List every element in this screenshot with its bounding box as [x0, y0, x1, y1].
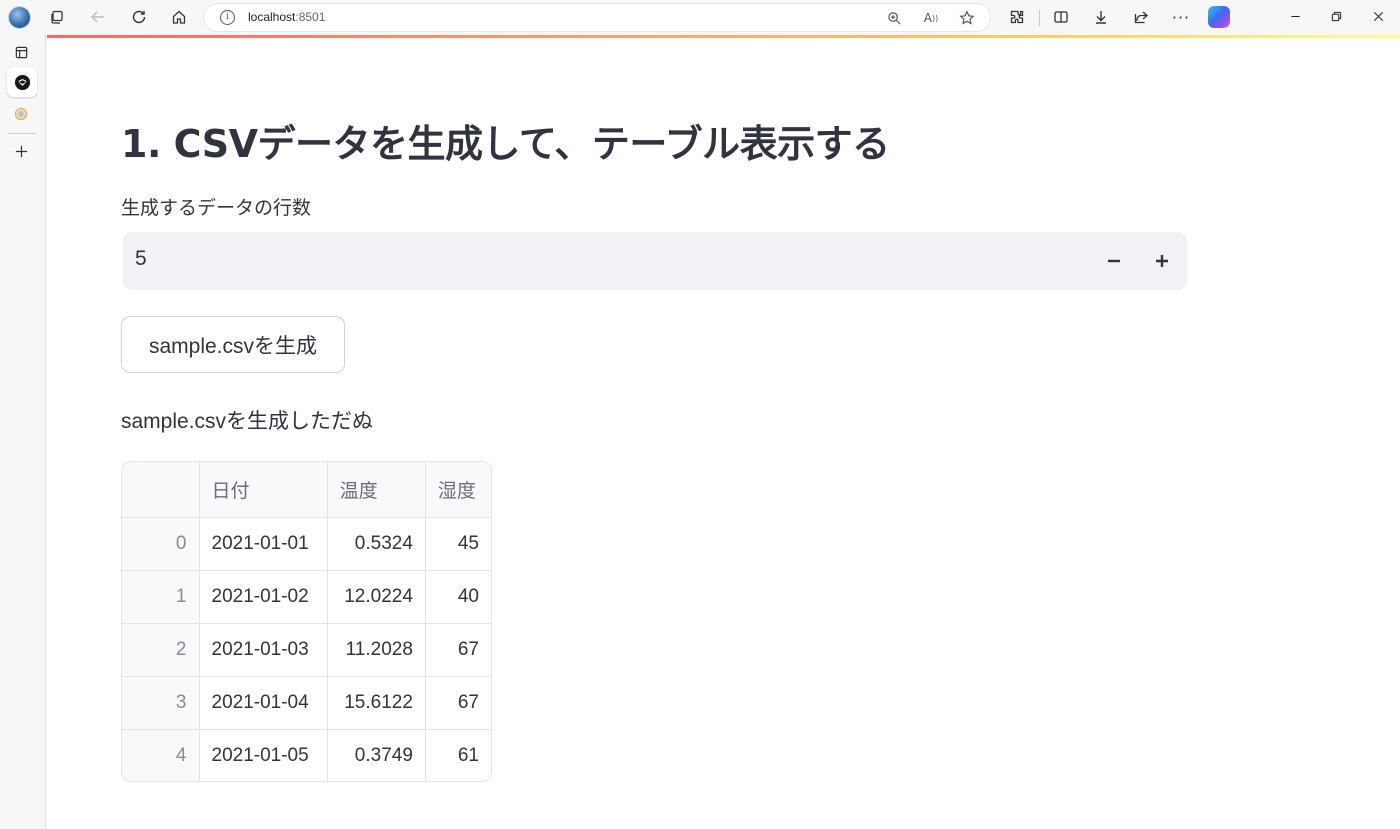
back-arrow-icon[interactable]: [86, 5, 110, 29]
column-header-humidity[interactable]: 湿度: [425, 462, 491, 518]
rows-input-label: 生成するデータの行数: [121, 197, 312, 219]
generate-csv-button[interactable]: sample.csvを生成: [121, 316, 345, 373]
collections-icon[interactable]: [45, 5, 69, 29]
close-window-icon[interactable]: [1367, 6, 1389, 26]
index-header: [122, 462, 200, 518]
profile-avatar[interactable]: [8, 6, 31, 29]
table-row: 4 2021-01-05 0.3749 61: [122, 729, 491, 781]
rows-number-input: [123, 232, 1187, 290]
row-index: 2: [122, 623, 200, 677]
extensions-icon[interactable]: [1005, 5, 1029, 29]
status-message: sample.csvを生成しただぬ: [121, 410, 374, 433]
cell-humidity[interactable]: 45: [425, 517, 491, 571]
column-header-temperature[interactable]: 温度: [327, 462, 426, 518]
restore-icon[interactable]: [1325, 6, 1347, 26]
table-header-row: 日付 温度 湿度: [122, 462, 491, 518]
table-row: 2 2021-01-03 11.2028 67: [122, 623, 491, 677]
cell-temperature[interactable]: 11.2028: [327, 623, 426, 677]
cell-humidity[interactable]: 67: [425, 676, 491, 730]
row-index: 0: [122, 517, 200, 571]
increment-button[interactable]: [1143, 242, 1181, 280]
toolbar-divider: [1039, 10, 1040, 26]
browser-sidebar: [0, 35, 46, 829]
browser-toolbar: i localhost:8501 A)) ···: [0, 0, 1400, 35]
cell-date[interactable]: 2021-01-04: [199, 676, 328, 730]
cell-temperature[interactable]: 12.0224: [327, 570, 426, 624]
zoom-icon[interactable]: [884, 8, 904, 28]
favorite-star-icon[interactable]: [957, 8, 977, 28]
more-options-icon[interactable]: ···: [1169, 5, 1193, 29]
table-row: 1 2021-01-02 12.0224 40: [122, 570, 491, 624]
sidebar-divider: [8, 133, 36, 134]
downloads-icon[interactable]: [1089, 5, 1113, 29]
cell-date[interactable]: 2021-01-05: [199, 729, 328, 781]
streamlit-page: 1. CSVデータを生成して、テーブル表示する 生成するデータの行数 sampl…: [47, 35, 1400, 829]
table-row: 0 2021-01-01 0.5324 45: [122, 517, 491, 571]
streamlit-tab-icon[interactable]: [7, 67, 37, 97]
copilot-icon[interactable]: [1208, 6, 1230, 28]
row-index: 3: [122, 676, 200, 730]
cell-date[interactable]: 2021-01-01: [199, 517, 328, 571]
cell-date[interactable]: 2021-01-02: [199, 570, 328, 624]
refresh-icon[interactable]: [127, 5, 151, 29]
read-aloud-icon[interactable]: A)): [921, 8, 941, 28]
extension-tab-icon[interactable]: [9, 102, 33, 126]
cell-temperature[interactable]: 15.6122: [327, 676, 426, 730]
cell-date[interactable]: 2021-01-03: [199, 623, 328, 677]
cell-humidity[interactable]: 40: [425, 570, 491, 624]
header-decoration-bar: [47, 35, 1400, 38]
row-index: 1: [122, 570, 200, 624]
cell-temperature[interactable]: 0.3749: [327, 729, 426, 781]
address-bar[interactable]: i localhost:8501 A)): [204, 4, 990, 31]
home-icon[interactable]: [167, 5, 191, 29]
cell-temperature[interactable]: 0.5324: [327, 517, 426, 571]
row-index: 4: [122, 729, 200, 781]
cell-humidity[interactable]: 67: [425, 623, 491, 677]
tab-actions-icon[interactable]: [9, 40, 33, 64]
column-header-date[interactable]: 日付: [199, 462, 328, 518]
table-row: 3 2021-01-04 15.6122 67: [122, 676, 491, 730]
site-info-icon[interactable]: i: [220, 10, 235, 25]
rows-input-field[interactable]: [135, 247, 1035, 271]
decrement-button[interactable]: [1095, 242, 1133, 280]
dataframe-table[interactable]: 日付 温度 湿度 0 2021-01-01 0.5324 45 1 2021-0…: [121, 461, 492, 782]
minimize-icon[interactable]: [1284, 6, 1306, 26]
url-text[interactable]: localhost:8501: [248, 10, 325, 24]
new-tab-plus-icon[interactable]: [9, 139, 33, 163]
page-title: 1. CSVデータを生成して、テーブル表示する: [121, 122, 890, 166]
cell-humidity[interactable]: 61: [425, 729, 491, 781]
split-screen-icon[interactable]: [1049, 5, 1073, 29]
share-icon[interactable]: [1129, 5, 1153, 29]
